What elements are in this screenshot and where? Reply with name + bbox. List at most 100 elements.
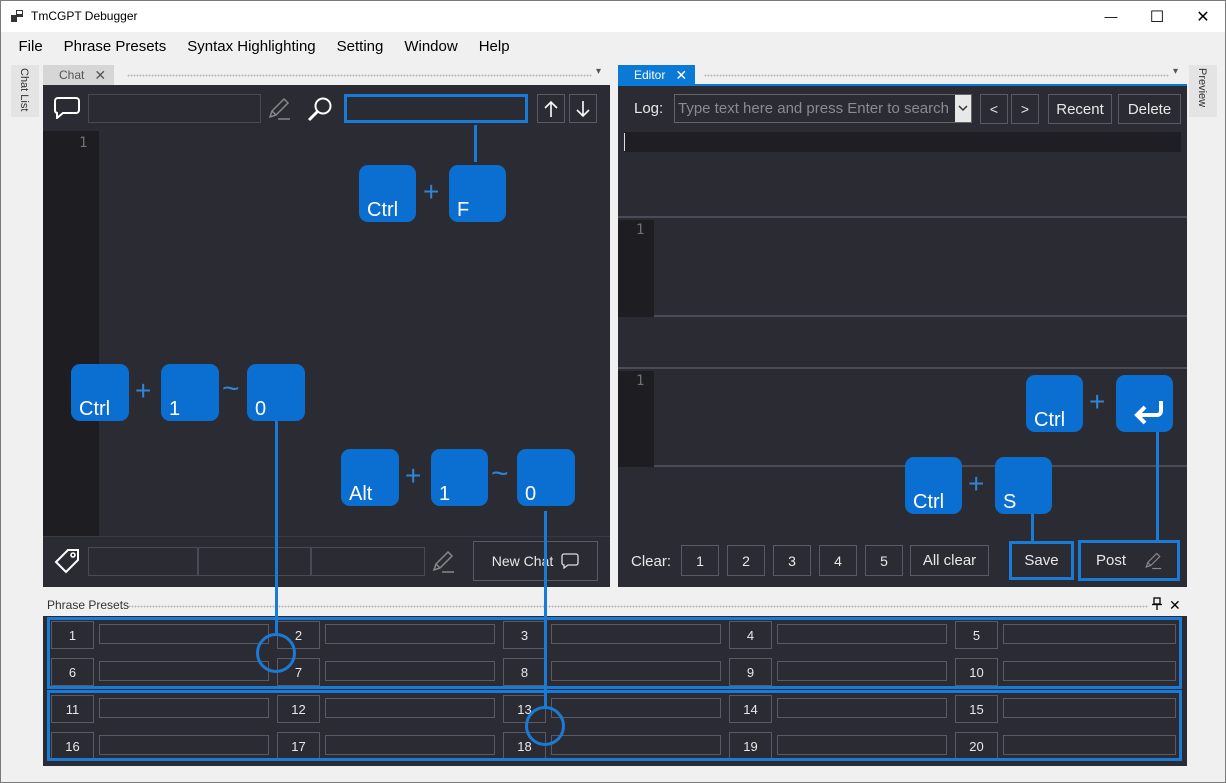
recent-button[interactable]: Recent (1048, 94, 1112, 124)
key-alt: Alt (341, 449, 399, 506)
menu-phrase-presets[interactable]: Phrase Presets (53, 34, 177, 60)
tilde-ctrl: ~ (222, 372, 240, 405)
editor-current-line (624, 132, 1181, 152)
tag-icon (53, 547, 81, 575)
delete-label: Delete (1127, 100, 1172, 118)
rename-pencil-icon[interactable] (265, 94, 293, 123)
plus-save: + (968, 468, 985, 499)
new-chat-bubble-icon (561, 553, 579, 569)
menu-help[interactable]: Help (468, 34, 520, 60)
app-icon (11, 10, 23, 22)
minimize-icon: — (1104, 9, 1118, 24)
phrase-presets-title: Phrase Presets (47, 598, 130, 612)
save-button[interactable]: Save (1009, 541, 1074, 580)
arrow-down-icon (576, 100, 590, 117)
clear-2-button[interactable]: 2 (727, 545, 765, 576)
key-1-alt-label: 1 (439, 483, 451, 505)
post-pencil-icon (1145, 552, 1162, 569)
search-next-button[interactable] (569, 94, 597, 123)
key-1-ctrl: 1 (161, 364, 219, 421)
ctrl-presets-target-ring (256, 633, 296, 673)
chat-line-number: 1 (79, 135, 88, 151)
log-search-input[interactable]: Type text here and press Enter to search (674, 94, 972, 123)
editor-input-area[interactable] (654, 371, 1187, 467)
tag-edit-pencil-icon[interactable] (429, 547, 457, 576)
editor-splitter-band (618, 319, 1187, 369)
editor-log-area[interactable] (618, 130, 1187, 218)
chat-bubble-icon (53, 93, 81, 121)
chat-list-side-tab[interactable]: Chat List (11, 65, 39, 117)
menu-syntax-highlighting[interactable]: Syntax Highlighting (177, 34, 326, 60)
key-0-ctrl: 0 (247, 364, 305, 421)
search-prev-button[interactable] (537, 94, 565, 123)
chat-line-gutter: 1 (43, 131, 99, 536)
text-caret (624, 133, 625, 151)
clear-3-label: 3 (788, 552, 796, 569)
tab-editor-close-icon[interactable]: ✕ (675, 67, 687, 84)
close-button[interactable]: ✕ (1180, 1, 1226, 32)
all-clear-button[interactable]: All clear (910, 545, 989, 576)
menu-file[interactable]: File (8, 34, 53, 60)
new-chat-button[interactable]: New Chat (473, 541, 598, 581)
key-f-label: F (457, 199, 470, 221)
maximize-button[interactable]: ☐ (1134, 1, 1180, 32)
editor-pane: Log: Type text here and press Enter to s… (618, 86, 1187, 587)
search-icon[interactable] (305, 94, 335, 123)
presets-close-icon[interactable]: ✕ (1169, 597, 1181, 614)
editor-gutter-b: 1 (618, 371, 654, 467)
chat-pane: 1 New Chat (43, 85, 610, 587)
key-ctrl-find: Ctrl (359, 165, 416, 222)
chevron-down-icon (958, 105, 968, 112)
pin-icon[interactable] (1152, 597, 1162, 614)
key-ctrl-preset-label: Ctrl (79, 398, 111, 420)
presets-group-1-highlight (47, 617, 1182, 689)
menu-window[interactable]: Window (394, 34, 468, 60)
key-1-alt: 1 (431, 449, 488, 506)
clear-2-label: 2 (742, 552, 750, 569)
tab-editor[interactable]: Editor ✕ (618, 65, 696, 85)
menu-bar: File Phrase Presets Syntax Highlighting … (1, 34, 1225, 60)
chat-tab-dropdown-icon[interactable]: ▾ (596, 66, 601, 77)
preview-label: Preview (1196, 68, 1208, 108)
menu-setting[interactable]: Setting (326, 34, 394, 60)
minimize-button[interactable]: — (1088, 1, 1134, 32)
chat-title-input[interactable] (88, 94, 261, 123)
connector-alt-presets (544, 511, 547, 708)
key-ctrl-preset: Ctrl (71, 364, 129, 421)
log-label: Log: (634, 100, 664, 117)
connector-post (1156, 432, 1159, 542)
connector-search (474, 125, 477, 162)
delete-button[interactable]: Delete (1118, 94, 1181, 124)
plus-find: + (423, 176, 440, 207)
post-button[interactable]: Post (1078, 540, 1180, 581)
editor-tab-dropdown-icon[interactable]: ▾ (1173, 66, 1178, 77)
editor-response-area[interactable] (654, 220, 1187, 317)
key-ctrl-find-label: Ctrl (367, 199, 399, 221)
key-ctrl-save-label: Ctrl (913, 491, 945, 513)
clear-3-button[interactable]: 3 (773, 545, 811, 576)
clear-1-label: 1 (696, 552, 704, 569)
tab-chat[interactable]: Chat ✕ (43, 65, 115, 85)
tag-input-1[interactable] (88, 547, 198, 576)
log-prev-button[interactable]: < (980, 94, 1008, 124)
clear-5-button[interactable]: 5 (865, 545, 903, 576)
tilde-alt: ~ (491, 457, 509, 490)
chat-search-input[interactable] (344, 94, 528, 123)
plus-post: + (1089, 386, 1106, 417)
clear-1-button[interactable]: 1 (681, 545, 719, 576)
clear-4-button[interactable]: 4 (819, 545, 857, 576)
clear-5-label: 5 (880, 552, 888, 569)
editor-tabstrip: Editor ✕ ▾ (618, 65, 1187, 85)
tab-chat-close-icon[interactable]: ✕ (94, 67, 106, 84)
log-dropdown-button[interactable] (955, 95, 971, 122)
recent-label: Recent (1056, 100, 1104, 118)
log-next-button[interactable]: > (1011, 94, 1039, 124)
tag-input-3[interactable] (311, 547, 425, 576)
tag-input-2[interactable] (198, 547, 311, 576)
close-icon: ✕ (1196, 8, 1210, 26)
key-f: F (449, 165, 506, 222)
preview-side-tab[interactable]: Preview (1189, 65, 1217, 117)
window-title: TmCGPT Debugger (31, 9, 138, 23)
chat-tabstrip: Chat ✕ ▾ (43, 65, 610, 85)
key-ctrl-post-label: Ctrl (1034, 409, 1066, 431)
